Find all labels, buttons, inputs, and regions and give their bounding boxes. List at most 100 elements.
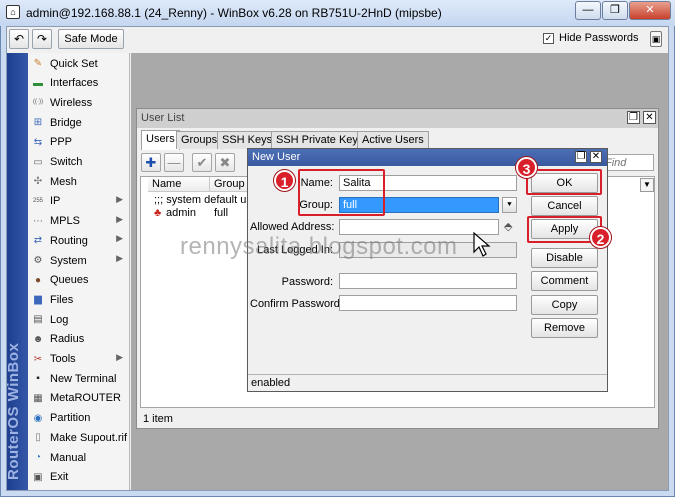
annotation-badge-3: 3	[516, 157, 537, 178]
quickset-icon: ✎	[33, 58, 43, 69]
columns-dropdown-button[interactable]: ▼	[640, 178, 654, 192]
tab-users[interactable]: Users	[141, 130, 180, 150]
sidebar-item-exit[interactable]: ▣ Exit	[28, 468, 129, 487]
sidebar-item-ip[interactable]: 255 IP ▶	[28, 192, 129, 211]
sidebar-item-mesh[interactable]: ✣ Mesh	[28, 172, 129, 191]
hide-passwords-label: Hide Passwords	[559, 32, 639, 44]
sidebar-item-label: Bridge	[50, 116, 82, 129]
sidebar-item-label: Tools	[50, 353, 76, 365]
remove-user-button[interactable]: —	[164, 153, 184, 172]
sidebar-item-label: Quick Set	[50, 57, 98, 70]
sidebar-item-label: PPP	[50, 136, 73, 149]
sidebar-item-bridge[interactable]: ⊞ Bridge	[28, 113, 129, 132]
redo-button[interactable]: ↷	[32, 29, 52, 49]
remove-button[interactable]: Remove	[531, 318, 598, 338]
interfaces-icon: ▬	[33, 77, 43, 89]
sidebar-item-label: Files	[50, 293, 74, 306]
confirm-password-field[interactable]	[339, 295, 517, 311]
submenu-arrow-icon: ▶	[116, 213, 123, 224]
user-list-title: User List	[141, 112, 185, 124]
sidebar-item-routing[interactable]: ⇄ Routing ▶	[28, 231, 129, 250]
undo-button[interactable]: ↶	[9, 29, 29, 49]
sidebar-item-label: Wireless	[50, 96, 93, 109]
sidebar-item-metarouter[interactable]: ▦ MetaROUTER	[28, 389, 129, 408]
dialog-maximize-button[interactable]: ❐	[575, 151, 587, 163]
group-dropdown-button[interactable]: ⯆	[502, 197, 517, 213]
brand-label: RouterOS WinBox	[5, 342, 22, 480]
annotation-badge-2: 2	[590, 227, 611, 248]
sidebar-item-mpls[interactable]: ⋯ MPLS ▶	[28, 212, 129, 231]
mouse-cursor-icon	[473, 232, 491, 257]
sidebar-item-label: System	[50, 254, 87, 267]
ip-icon: 255	[32, 197, 43, 204]
tab-groups[interactable]: Groups	[176, 131, 223, 149]
annotation-badge-1: 1	[274, 170, 295, 191]
tab-ssh-private-keys[interactable]: SSH Private Keys	[271, 131, 369, 149]
table-row[interactable]: ;;; system default user	[154, 194, 262, 206]
new-user-titlebar[interactable]	[248, 149, 607, 166]
sidebar-item-label: Make Supout.rif	[50, 431, 128, 444]
sidebar-item-interfaces[interactable]: ▬ Interfaces	[28, 74, 129, 93]
disable-button[interactable]: Disable	[531, 248, 598, 268]
disable-user-button[interactable]: ✖	[215, 153, 235, 172]
sidebar-item-queues[interactable]: ● Queues	[28, 271, 129, 290]
close-button[interactable]: ✕	[629, 1, 671, 20]
sidebar-item-partition[interactable]: ◉ Partition	[28, 409, 129, 428]
sidebar-item-label: Manual	[50, 451, 87, 464]
password-field[interactable]	[339, 273, 517, 289]
log-icon: ▤	[33, 314, 43, 326]
allowed-address-label: Allowed Address:	[250, 221, 335, 233]
mesh-icon: ✣	[33, 176, 43, 188]
sidebar-item-tools[interactable]: ✂ Tools ▶	[28, 350, 129, 369]
column-header-name[interactable]: Name	[148, 177, 210, 192]
sidebar-item-new-terminal[interactable]: ▪ New Terminal	[28, 369, 129, 388]
enable-user-button[interactable]: ✔	[192, 153, 212, 172]
routing-icon: ⇄	[33, 235, 43, 247]
maximize-button[interactable]: ❐	[602, 1, 628, 20]
sidebar-item-label: Log	[50, 313, 69, 326]
sidebar-item-label: New Terminal	[50, 372, 117, 385]
sidebar-item-log[interactable]: ▤ Log	[28, 310, 129, 329]
annotation-box-ok	[526, 169, 602, 195]
sidebar-item-quick-set[interactable]: ✎ Quick Set	[28, 54, 129, 73]
sidebar-item-switch[interactable]: ▭ Switch	[28, 153, 129, 172]
user-list-status: 1 item	[143, 413, 173, 425]
wireless-icon: ((·))	[33, 99, 43, 106]
find-input[interactable]	[601, 154, 654, 171]
table-row-group[interactable]: full	[214, 207, 228, 219]
add-user-button[interactable]: ✚	[141, 153, 161, 172]
tab-active-users[interactable]: Active Users	[357, 131, 429, 149]
submenu-arrow-icon: ▶	[116, 351, 123, 362]
allowed-address-spin-icon[interactable]: ⬘	[504, 220, 512, 233]
table-row-name[interactable]: admin	[166, 207, 196, 219]
tab-ssh-keys[interactable]: SSH Keys	[217, 131, 278, 149]
radius-icon: ☻	[32, 333, 44, 345]
sidebar-item-label: Mesh	[50, 175, 77, 188]
sidebar-item-ppp[interactable]: ⇆ PPP	[28, 133, 129, 152]
column-header-group[interactable]: Group	[210, 177, 250, 192]
user-list-titlebar[interactable]	[137, 109, 658, 128]
user-list-maximize-button[interactable]: ❐	[627, 111, 640, 124]
sidebar-item-label: Queues	[50, 274, 89, 287]
sidebar-item-make-supout-rif[interactable]: ▯ Make Supout.rif	[28, 428, 129, 447]
comment-button[interactable]: Comment	[531, 271, 598, 291]
sidebar-item-system[interactable]: ⚙ System ▶	[28, 251, 129, 270]
dialog-status: enabled	[248, 374, 607, 391]
queues-icon: ●	[34, 274, 42, 286]
sidebar-item-manual[interactable]: ◔ Manual	[28, 448, 129, 467]
safe-mode-button[interactable]: Safe Mode	[58, 29, 124, 49]
supout-icon: ▯	[35, 432, 41, 444]
sidebar-item-radius[interactable]: ☻ Radius	[28, 330, 129, 349]
sidebar-item-wireless[interactable]: ((·)) Wireless	[28, 93, 129, 112]
sidebar-item-label: IP	[50, 195, 61, 208]
user-list-close-button[interactable]: ✕	[643, 111, 656, 124]
minimize-button[interactable]: —	[575, 1, 601, 20]
exit-icon: ▣	[33, 471, 43, 483]
password-label: Password:	[281, 276, 333, 288]
hide-passwords-checkbox[interactable]: ✓	[543, 33, 554, 44]
cancel-button[interactable]: Cancel	[531, 196, 598, 216]
dialog-close-button[interactable]: ✕	[590, 151, 602, 163]
lock-icon: ▣	[650, 31, 662, 47]
copy-button[interactable]: Copy	[531, 295, 598, 315]
sidebar-item-files[interactable]: ▆ Files	[28, 290, 129, 309]
